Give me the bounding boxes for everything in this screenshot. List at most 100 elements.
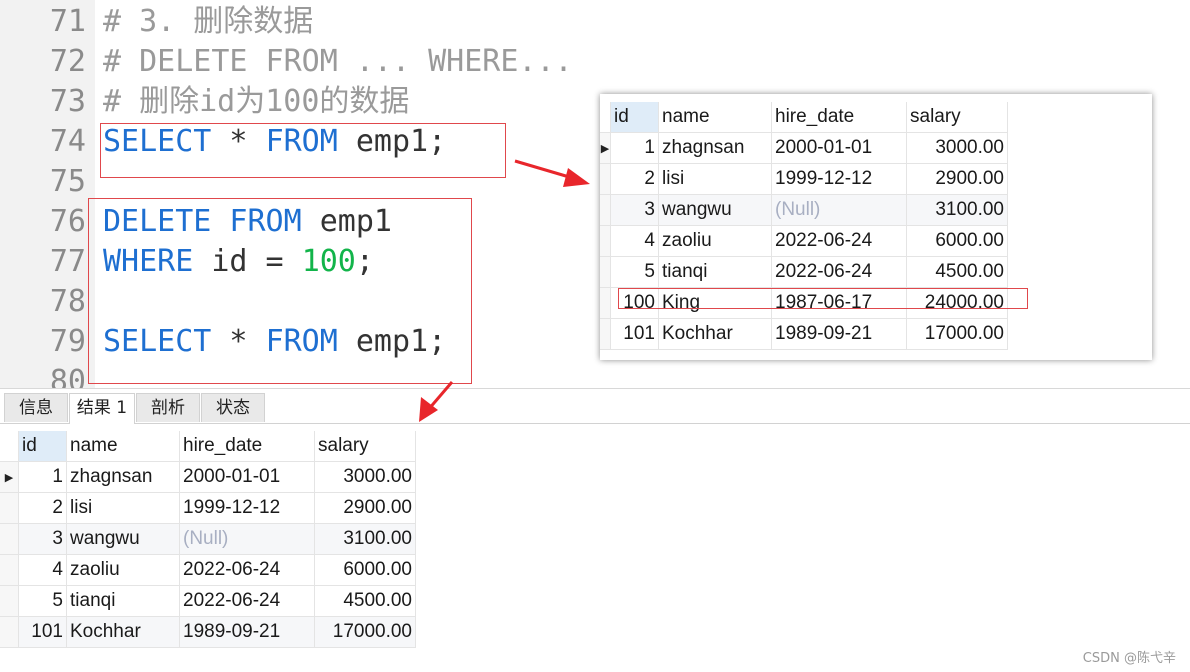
row-indicator xyxy=(0,523,19,555)
row-indicator xyxy=(600,225,611,257)
cell-hire-date[interactable]: 1987-06-17 xyxy=(771,287,907,319)
cell-id[interactable]: 3 xyxy=(18,523,67,555)
table-row[interactable]: ▶ 1 zhagnsan 2000-01-01 3000.00 xyxy=(600,132,1008,164)
cell-name[interactable]: lisi xyxy=(66,492,180,524)
cell-id[interactable]: 2 xyxy=(18,492,67,524)
cell-name[interactable]: zhagnsan xyxy=(658,132,772,164)
tab-profile[interactable]: 剖析 xyxy=(136,393,200,422)
cell-name[interactable]: Kochhar xyxy=(658,318,772,350)
cell-name[interactable]: zaoliu xyxy=(658,225,772,257)
table-row[interactable]: 5 tianqi 2022-06-24 4500.00 xyxy=(0,585,416,617)
cell-hire-date[interactable]: 2000-01-01 xyxy=(179,461,315,493)
cell-salary[interactable]: 17000.00 xyxy=(906,318,1008,350)
cell-name[interactable]: wangwu xyxy=(658,194,772,226)
table-row[interactable]: 101 Kochhar 1989-09-21 17000.00 xyxy=(0,616,416,648)
cell-id[interactable]: 100 xyxy=(610,287,659,319)
code-line-delete: DELETE FROM emp1 xyxy=(103,202,392,242)
sql-text: emp1; xyxy=(337,124,447,159)
cell-salary[interactable]: 4500.00 xyxy=(314,585,416,617)
tab-status[interactable]: 状态 xyxy=(201,393,265,422)
sql-keyword: DELETE FROM xyxy=(103,204,302,239)
cell-hire-date[interactable]: (Null) xyxy=(179,523,315,555)
line-number: 72 xyxy=(49,44,86,79)
line-number: 78 xyxy=(49,284,86,319)
code-line-select: SELECT * FROM emp1; xyxy=(103,322,446,362)
table-row-highlighted[interactable]: 100 King 1987-06-17 24000.00 xyxy=(600,287,1008,319)
cell-id[interactable]: 4 xyxy=(610,225,659,257)
row-indicator xyxy=(600,194,611,226)
cell-name[interactable]: tianqi xyxy=(658,256,772,288)
cell-hire-date[interactable]: 2022-06-24 xyxy=(179,585,315,617)
table-row[interactable]: 3 wangwu (Null) 3100.00 xyxy=(0,523,416,555)
table-row[interactable]: 3 wangwu (Null) 3100.00 xyxy=(600,194,1008,226)
sql-text: emp1 xyxy=(301,204,392,239)
code-line-select: SELECT * FROM emp1; xyxy=(103,122,446,162)
table-row[interactable]: 2 lisi 1999-12-12 2900.00 xyxy=(0,492,416,524)
cell-hire-date[interactable]: 1999-12-12 xyxy=(179,492,315,524)
table-row[interactable]: ▶ 1 zhagnsan 2000-01-01 3000.00 xyxy=(0,461,416,493)
sql-text: * xyxy=(211,324,266,359)
cell-id[interactable]: 1 xyxy=(18,461,67,493)
row-indicator xyxy=(0,554,19,586)
cell-salary[interactable]: 17000.00 xyxy=(314,616,416,648)
sql-number: 100 xyxy=(301,244,356,279)
cell-salary[interactable]: 2900.00 xyxy=(314,492,416,524)
cell-name[interactable]: zhagnsan xyxy=(66,461,180,493)
row-indicator xyxy=(0,585,19,617)
before-delete-result-popup: id name hire_date salary ▶ 1 zhagnsan 20… xyxy=(600,94,1152,360)
cell-salary[interactable]: 24000.00 xyxy=(906,287,1008,319)
column-header-hire-date[interactable]: hire_date xyxy=(771,102,907,133)
sql-keyword: SELECT xyxy=(103,324,212,359)
cell-salary[interactable]: 2900.00 xyxy=(906,163,1008,195)
cell-salary[interactable]: 3000.00 xyxy=(314,461,416,493)
cell-hire-date[interactable]: 2022-06-24 xyxy=(179,554,315,586)
after-delete-grid: id name hire_date salary ▶ 1 zhagnsan 20… xyxy=(0,431,416,648)
cell-salary[interactable]: 3100.00 xyxy=(314,523,416,555)
cell-name[interactable]: wangwu xyxy=(66,523,180,555)
column-header-hire-date[interactable]: hire_date xyxy=(179,431,315,462)
cell-id[interactable]: 3 xyxy=(610,194,659,226)
cell-name[interactable]: lisi xyxy=(658,163,772,195)
column-header-name[interactable]: name xyxy=(66,431,180,462)
table-row[interactable]: 101 Kochhar 1989-09-21 17000.00 xyxy=(600,318,1008,350)
table-row[interactable]: 5 tianqi 2022-06-24 4500.00 xyxy=(600,256,1008,288)
line-number: 74 xyxy=(49,124,86,159)
cell-hire-date[interactable]: 2022-06-24 xyxy=(771,225,907,257)
cell-name[interactable]: King xyxy=(658,287,772,319)
cell-hire-date[interactable]: (Null) xyxy=(771,194,907,226)
sql-keyword: WHERE xyxy=(103,244,194,279)
tab-result-1[interactable]: 结果 1 xyxy=(69,393,135,424)
cell-id[interactable]: 1 xyxy=(610,132,659,164)
cell-salary[interactable]: 3100.00 xyxy=(906,194,1008,226)
cell-hire-date[interactable]: 1999-12-12 xyxy=(771,163,907,195)
table-row[interactable]: 4 zaoliu 2022-06-24 6000.00 xyxy=(0,554,416,586)
cell-hire-date[interactable]: 1989-09-21 xyxy=(179,616,315,648)
cell-salary[interactable]: 6000.00 xyxy=(906,225,1008,257)
cell-hire-date[interactable]: 2022-06-24 xyxy=(771,256,907,288)
column-header-id[interactable]: id xyxy=(18,431,67,462)
cell-salary[interactable]: 6000.00 xyxy=(314,554,416,586)
column-header-salary[interactable]: salary xyxy=(906,102,1008,133)
code-comment: # 删除id为100的数据 xyxy=(103,84,410,119)
cell-id[interactable]: 4 xyxy=(18,554,67,586)
cell-id[interactable]: 101 xyxy=(610,318,659,350)
cell-salary[interactable]: 3000.00 xyxy=(906,132,1008,164)
tab-info[interactable]: 信息 xyxy=(4,393,68,422)
cell-hire-date[interactable]: 2000-01-01 xyxy=(771,132,907,164)
cell-name[interactable]: zaoliu xyxy=(66,554,180,586)
table-row[interactable]: 4 zaoliu 2022-06-24 6000.00 xyxy=(600,225,1008,257)
cell-name[interactable]: tianqi xyxy=(66,585,180,617)
column-header-name[interactable]: name xyxy=(658,102,772,133)
column-header-salary[interactable]: salary xyxy=(314,431,416,462)
line-number: 76 xyxy=(49,204,86,239)
column-header-id[interactable]: id xyxy=(610,102,659,133)
cell-id[interactable]: 5 xyxy=(18,585,67,617)
cell-id[interactable]: 2 xyxy=(610,163,659,195)
cell-name[interactable]: Kochhar xyxy=(66,616,180,648)
cell-hire-date[interactable]: 1989-09-21 xyxy=(771,318,907,350)
cell-id[interactable]: 5 xyxy=(610,256,659,288)
cell-salary[interactable]: 4500.00 xyxy=(906,256,1008,288)
cell-id[interactable]: 101 xyxy=(18,616,67,648)
row-indicator-header xyxy=(600,102,611,133)
table-row[interactable]: 2 lisi 1999-12-12 2900.00 xyxy=(600,163,1008,195)
